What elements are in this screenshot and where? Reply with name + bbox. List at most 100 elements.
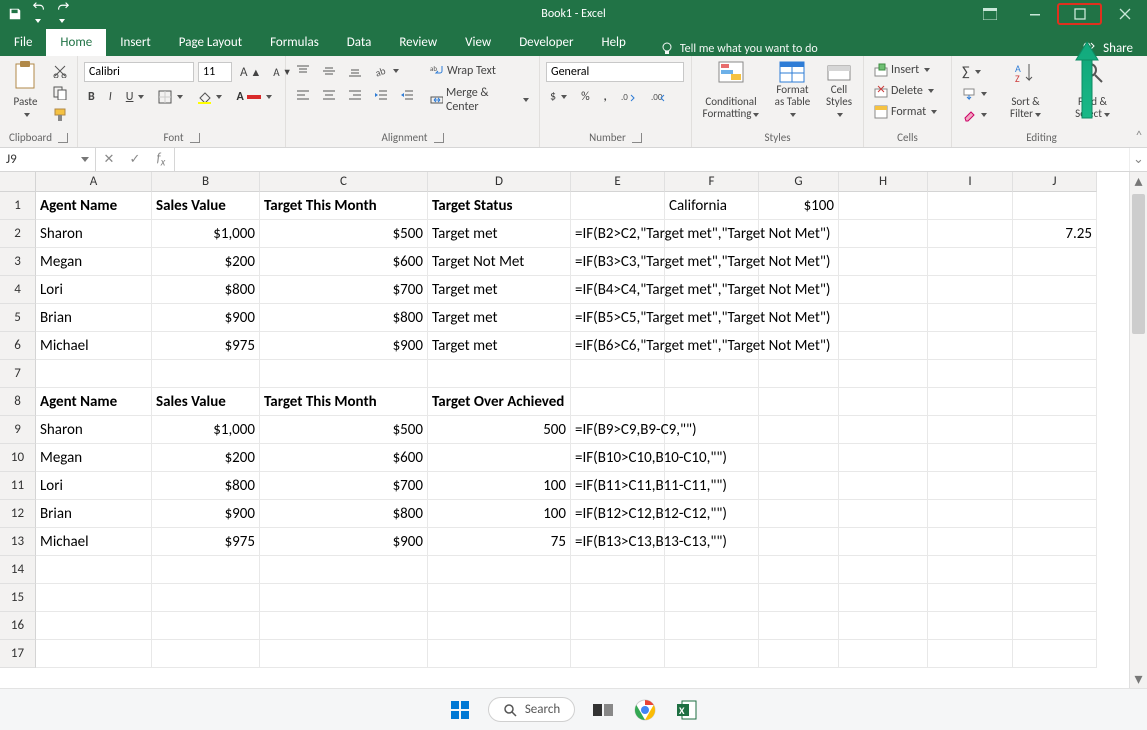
conditional-formatting-button[interactable]: Conditional Formatting (698, 58, 764, 122)
cell[interactable] (1013, 640, 1097, 668)
collapse-ribbon-button[interactable]: ^ (1131, 56, 1147, 147)
cell[interactable] (1013, 556, 1097, 584)
cell[interactable] (839, 416, 928, 444)
row-header[interactable]: 8 (0, 388, 36, 416)
column-header[interactable]: G (759, 172, 839, 192)
align-top-button[interactable] (292, 62, 314, 80)
cell[interactable] (759, 388, 839, 416)
cell[interactable] (36, 612, 152, 640)
cell[interactable] (260, 584, 428, 612)
cell[interactable]: 500 (428, 416, 571, 444)
row-header[interactable]: 13 (0, 528, 36, 556)
font-name-input[interactable] (84, 62, 194, 82)
cell[interactable]: 100 (428, 500, 571, 528)
font-size-input[interactable] (198, 62, 232, 82)
cell[interactable]: Lori (36, 472, 152, 500)
cell[interactable]: =IF(B11>C11,B11-C11,"") (571, 472, 665, 500)
tell-me[interactable]: Tell me what you want to do (660, 42, 818, 56)
cell[interactable]: Target Not Met (428, 248, 571, 276)
tab-developer[interactable]: Developer (505, 29, 587, 56)
cell[interactable] (36, 556, 152, 584)
increase-font-button[interactable]: A▲ (236, 63, 265, 82)
cell[interactable]: $500 (260, 220, 428, 248)
align-middle-button[interactable] (318, 62, 340, 80)
close-icon[interactable] (1102, 0, 1147, 27)
cell[interactable]: Michael (36, 528, 152, 556)
cell[interactable]: Target Over Achieved (428, 388, 571, 416)
sort-filter-button[interactable]: AZ Sort & Filter (995, 58, 1056, 122)
format-painter-button[interactable] (49, 106, 71, 124)
cell[interactable]: Sales Value (152, 388, 260, 416)
row-header[interactable]: 10 (0, 444, 36, 472)
expand-formula-bar-button[interactable]: ⌄ (1129, 148, 1147, 171)
cell[interactable] (665, 388, 759, 416)
cell[interactable] (260, 360, 428, 388)
scroll-up-icon[interactable]: ▴ (1130, 172, 1147, 190)
clear-button[interactable] (958, 106, 991, 124)
cell[interactable]: $800 (152, 276, 260, 304)
cell[interactable]: $900 (152, 500, 260, 528)
cell[interactable] (260, 556, 428, 584)
cell[interactable]: Brian (36, 500, 152, 528)
cell[interactable] (759, 584, 839, 612)
delete-cells-button[interactable]: Delete (870, 82, 945, 100)
paste-button[interactable]: Paste (6, 58, 45, 122)
cell[interactable]: Michael (36, 332, 152, 360)
windows-start-icon[interactable] (446, 696, 474, 724)
tab-review[interactable]: Review (385, 29, 451, 56)
cells-area[interactable]: Agent NameSales ValueTarget This MonthTa… (36, 192, 1129, 688)
cell[interactable] (1013, 584, 1097, 612)
cell[interactable] (839, 612, 928, 640)
cell[interactable]: $200 (152, 444, 260, 472)
tab-formulas[interactable]: Formulas (256, 29, 333, 56)
cell[interactable] (1013, 500, 1097, 528)
minimize-icon[interactable] (1012, 0, 1057, 27)
cell[interactable] (759, 416, 839, 444)
cell[interactable] (665, 612, 759, 640)
cell[interactable] (260, 640, 428, 668)
cell[interactable]: Agent Name (36, 388, 152, 416)
redo-icon[interactable] (56, 0, 70, 28)
cell[interactable]: Target met (428, 332, 571, 360)
cell[interactable]: Agent Name (36, 192, 152, 220)
cell[interactable]: Sharon (36, 416, 152, 444)
cell[interactable] (759, 528, 839, 556)
cell[interactable] (839, 584, 928, 612)
chrome-icon[interactable] (631, 696, 659, 724)
cell[interactable] (152, 584, 260, 612)
cell[interactable] (839, 388, 928, 416)
cell[interactable] (928, 472, 1013, 500)
cell[interactable] (1013, 416, 1097, 444)
cell[interactable] (759, 472, 839, 500)
cell[interactable]: =IF(B10>C10,B10-C10,"") (571, 444, 665, 472)
cell[interactable] (839, 220, 928, 248)
cell[interactable] (928, 528, 1013, 556)
cell[interactable] (571, 584, 665, 612)
cell[interactable] (36, 584, 152, 612)
tab-file[interactable]: File (0, 29, 46, 56)
font-dialog-icon[interactable] (190, 133, 200, 143)
save-icon[interactable] (8, 7, 22, 21)
cell[interactable]: 75 (428, 528, 571, 556)
cell[interactable] (1013, 388, 1097, 416)
wrap-text-button[interactable]: abWrap Text (426, 62, 533, 80)
cell[interactable] (928, 444, 1013, 472)
cell[interactable] (665, 360, 759, 388)
cell[interactable] (1013, 304, 1097, 332)
share-button[interactable]: Share (1081, 40, 1147, 56)
cell[interactable] (839, 192, 928, 220)
cell[interactable] (152, 556, 260, 584)
cell[interactable] (839, 304, 928, 332)
cell[interactable]: Lori (36, 276, 152, 304)
row-header[interactable]: 12 (0, 500, 36, 528)
cell[interactable] (1013, 332, 1097, 360)
cell[interactable]: $900 (260, 528, 428, 556)
cell[interactable]: $100 (759, 192, 839, 220)
cell[interactable] (839, 276, 928, 304)
scroll-thumb[interactable] (1132, 194, 1145, 334)
cell[interactable] (759, 556, 839, 584)
cell[interactable] (571, 360, 665, 388)
cell[interactable]: =IF(B6>C6,"Target met","Target Not Met") (571, 332, 665, 360)
cell[interactable] (928, 640, 1013, 668)
column-header[interactable]: H (839, 172, 928, 192)
